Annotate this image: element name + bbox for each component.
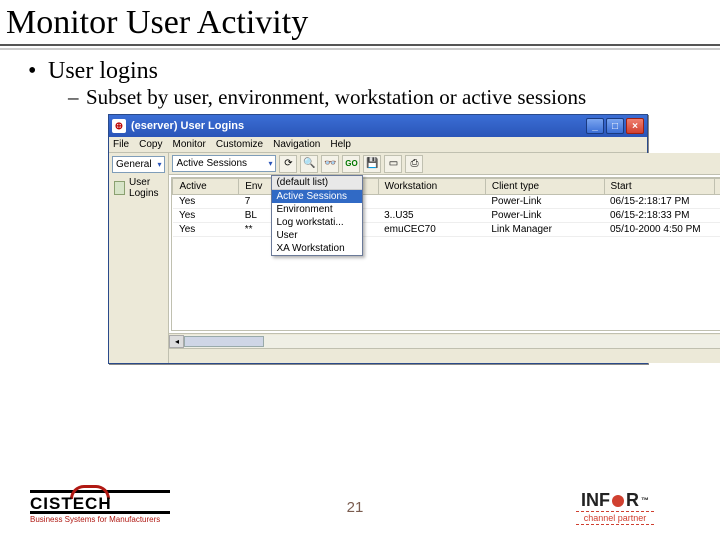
app-window: ⊕ (eserver) User Logins _ □ × File Copy … <box>108 114 648 364</box>
dropdown-header[interactable]: (default list) <box>272 176 362 190</box>
page-number: 21 <box>170 499 540 516</box>
toolbar-save-button[interactable]: 💾 <box>363 155 381 173</box>
scroll-track[interactable] <box>184 335 720 348</box>
cell <box>714 223 720 237</box>
cistech-logo-tagline: Business Systems for Manufacturers <box>30 515 160 524</box>
sidebar: General ▾ User Logins <box>109 153 169 363</box>
view-filter-value: Active Sessions <box>176 158 247 169</box>
window-titlebar[interactable]: ⊕ (eserver) User Logins _ □ × <box>109 115 647 137</box>
cell: Link Manager <box>485 223 604 237</box>
minimize-button[interactable]: _ <box>586 118 604 134</box>
slide-title: Monitor User Activity <box>0 0 720 46</box>
sub-bullet-text: Subset by user, environment, workstation… <box>86 85 586 110</box>
toolbar-refresh-button[interactable]: ⟳ <box>279 155 297 173</box>
cell <box>714 195 720 209</box>
cell: 06/15-2:18:17 PM <box>604 195 714 209</box>
maximize-button[interactable]: □ <box>606 118 624 134</box>
cell: 06/15-2:18:33 PM <box>604 209 714 223</box>
table-row[interactable]: Yes 7 Power-Link 06/15-2:18:17 PM No <box>173 195 720 209</box>
dropdown-item-environment[interactable]: Environment <box>272 203 362 216</box>
horizontal-scrollbar[interactable]: ◂ ▸ <box>169 333 720 348</box>
scroll-thumb[interactable] <box>184 336 264 347</box>
dropdown-item-user[interactable]: User <box>272 229 362 242</box>
cell: 05/10-2000 4:50 PM <box>604 223 714 237</box>
infor-logo: INF R ™ channel partner <box>540 490 690 524</box>
sub-bullet-marker: – <box>68 85 86 110</box>
chevron-down-icon: ▾ <box>157 160 161 169</box>
toolbar-glasses-button[interactable]: 👓 <box>321 155 339 173</box>
dropdown-item-xa-workstation[interactable]: XA Workstation <box>272 242 362 255</box>
chevron-down-icon: ▾ <box>268 159 272 168</box>
toolbar-find-button[interactable]: 🔍 <box>300 155 318 173</box>
status-bar <box>169 348 720 363</box>
close-button[interactable]: × <box>626 118 644 134</box>
data-grid[interactable]: Active Env Workstation Client type Start… <box>171 177 720 331</box>
cell <box>714 209 720 223</box>
channel-partner-label: channel partner <box>576 511 655 525</box>
infor-o-icon <box>612 495 624 507</box>
cell: Yes <box>173 195 239 209</box>
menu-navigation[interactable]: Navigation <box>273 139 320 150</box>
table-row[interactable]: Yes BL 3..U35 Power-Link 06/15-2:18:33 P… <box>173 209 720 223</box>
infor-text-1: INF <box>581 490 610 511</box>
menu-file[interactable]: File <box>113 139 129 150</box>
grid-header-row: Active Env Workstation Client type Start… <box>173 179 720 195</box>
view-filter-select[interactable]: Active Sessions ▾ <box>172 155 276 172</box>
menu-help[interactable]: Help <box>330 139 351 150</box>
sidebar-item-label: User Logins <box>129 177 163 199</box>
cell: 3..U35 <box>378 209 485 223</box>
bullet-marker: • <box>28 58 48 85</box>
table-row[interactable]: Yes ** XA Workstation emuCEC70 Link Mana… <box>173 223 720 237</box>
sidebar-category-value: General <box>116 159 152 170</box>
col-start[interactable]: Start <box>604 179 714 195</box>
cell: Yes <box>173 223 239 237</box>
col-client-type[interactable]: Client type <box>485 179 604 195</box>
main-pane: Active Sessions ▾ ⟳ 🔍 👓 GO 💾 ▭ ⎙ (defaul… <box>169 153 720 363</box>
cell: Power-Link <box>485 195 604 209</box>
window-title: (eserver) User Logins <box>131 120 584 132</box>
system-icon: ⊕ <box>112 119 126 133</box>
menu-customize[interactable]: Customize <box>216 139 263 150</box>
toolbar-cards-button[interactable]: ▭ <box>384 155 402 173</box>
filter-dropdown-menu: (default list) Active Sessions Environme… <box>271 175 363 256</box>
col-active[interactable]: Active <box>173 179 239 195</box>
toolbar-go-button[interactable]: GO <box>342 155 360 173</box>
menu-bar: File Copy Monitor Customize Navigation H… <box>109 137 647 153</box>
col-workstation[interactable]: Workstation <box>378 179 485 195</box>
toolbar-print-button[interactable]: ⎙ <box>405 155 423 173</box>
dropdown-item-active-sessions[interactable]: Active Sessions <box>272 190 362 203</box>
cell <box>378 195 485 209</box>
scroll-left-button[interactable]: ◂ <box>169 335 184 348</box>
col-enc[interactable]: Enc <box>714 179 720 195</box>
menu-copy[interactable]: Copy <box>139 139 162 150</box>
sidebar-category-select[interactable]: General ▾ <box>112 156 165 173</box>
cell: emuCEC70 <box>378 223 485 237</box>
user-logins-icon <box>114 181 125 195</box>
sidebar-item-user-logins[interactable]: User Logins <box>112 173 165 203</box>
cell: Power-Link <box>485 209 604 223</box>
dropdown-item-log-workstation[interactable]: Log workstati... <box>272 216 362 229</box>
bullet-text: User logins <box>48 58 158 85</box>
toolbar: Active Sessions ▾ ⟳ 🔍 👓 GO 💾 ▭ ⎙ <box>169 153 720 175</box>
cistech-logo: CISTECH Business Systems for Manufacture… <box>30 490 170 524</box>
infor-text-2: R <box>626 490 639 511</box>
cell: Yes <box>173 209 239 223</box>
menu-monitor[interactable]: Monitor <box>172 139 205 150</box>
